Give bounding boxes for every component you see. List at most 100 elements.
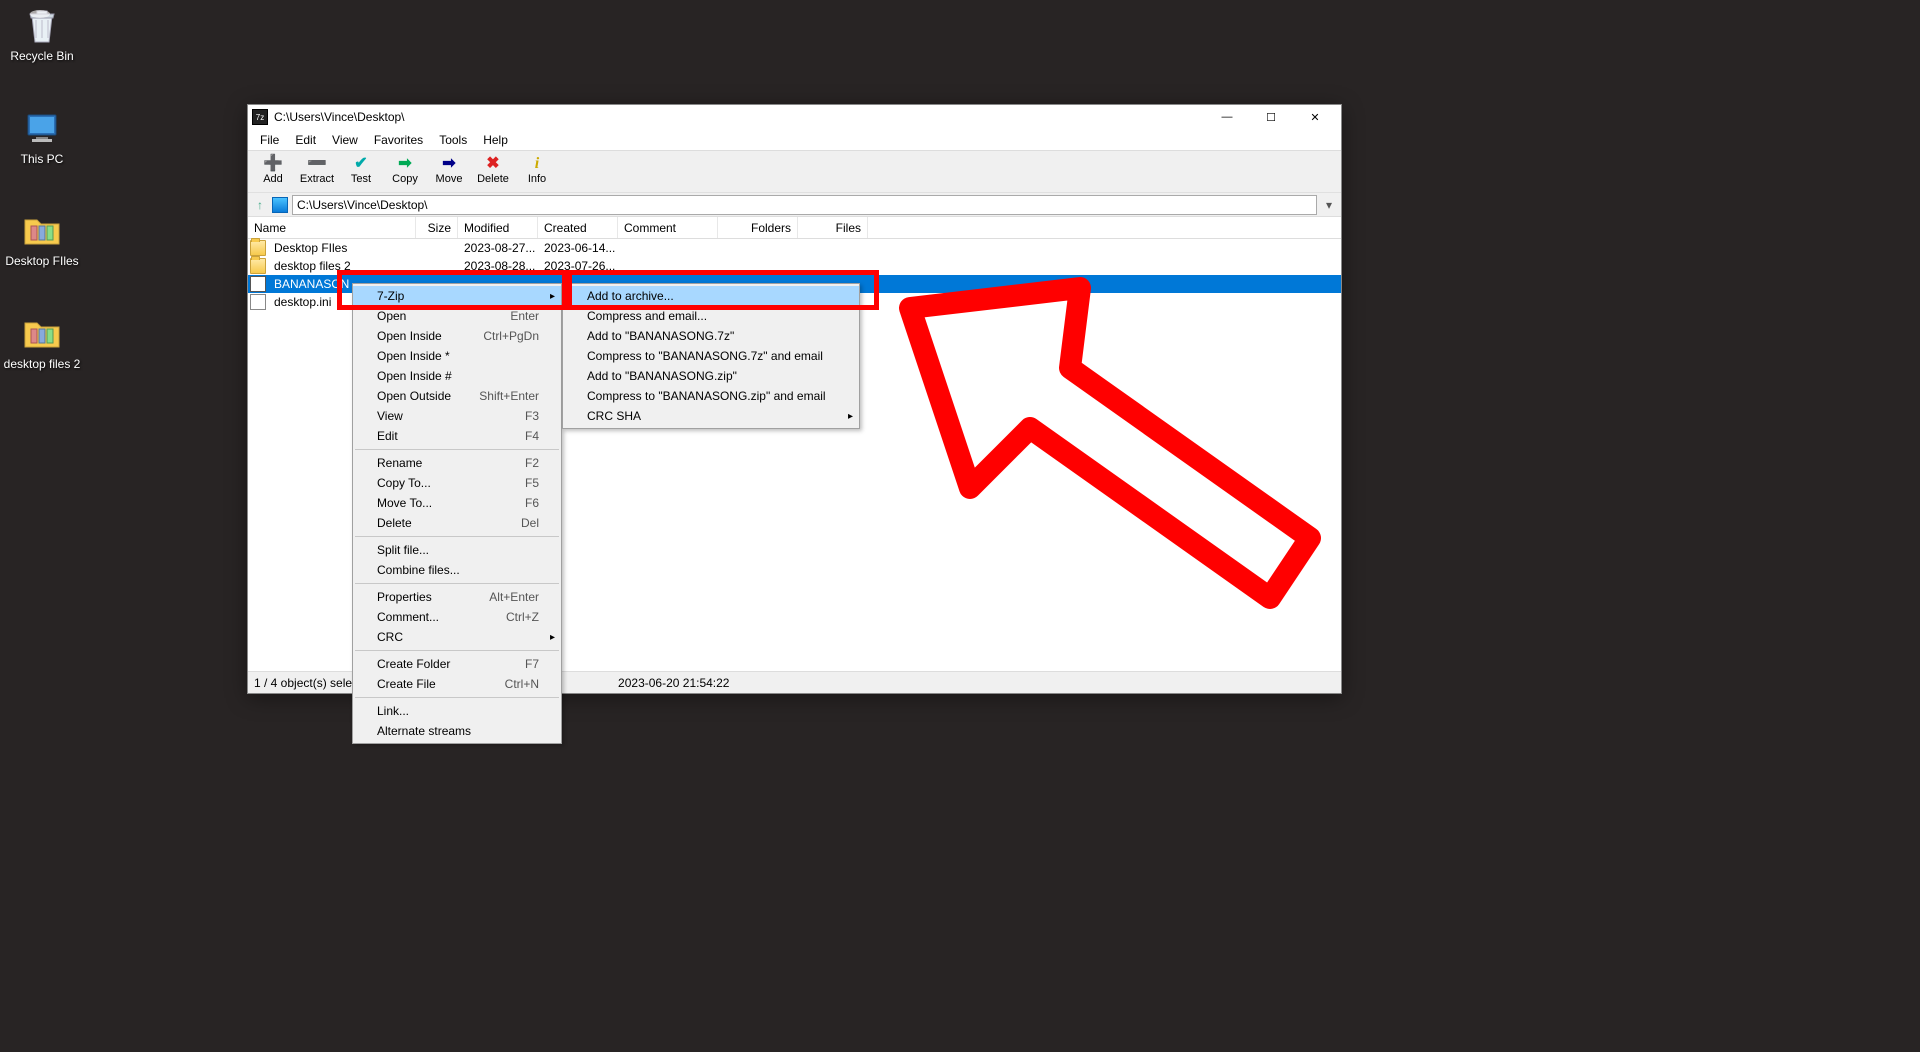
- tool-test[interactable]: ✔Test: [340, 153, 382, 185]
- ctx-open-inside-star[interactable]: Open Inside *: [353, 346, 561, 366]
- separator: [355, 583, 559, 584]
- ctx-compress-email[interactable]: Compress and email...: [563, 306, 859, 326]
- desktop-icon-label: desktop files 2: [2, 357, 82, 371]
- desktop-icon-label: Desktop FIles: [2, 254, 82, 268]
- tool-delete[interactable]: ✖Delete: [472, 153, 514, 185]
- menu-help[interactable]: Help: [475, 131, 516, 149]
- minus-icon: ➖: [296, 155, 338, 173]
- drive-icon: [272, 197, 288, 213]
- list-row[interactable]: desktop files 2 2023-08-28... 2023-07-26…: [248, 257, 1341, 275]
- ctx-move-to[interactable]: Move To...F6: [353, 493, 561, 513]
- desktop-icon-folder-1[interactable]: Desktop FIles: [2, 210, 82, 268]
- folder-icon: [21, 313, 63, 355]
- ctx-add-to-archive[interactable]: Add to archive...: [563, 286, 859, 306]
- recycle-bin-icon: [21, 5, 63, 47]
- status-date: 2023-06-20 21:54:22: [618, 676, 729, 690]
- ctx-delete[interactable]: DeleteDel: [353, 513, 561, 533]
- ctx-copy-to[interactable]: Copy To...F5: [353, 473, 561, 493]
- menubar: File Edit View Favorites Tools Help: [248, 129, 1341, 151]
- ctx-add-zip[interactable]: Add to "BANANASONG.zip": [563, 366, 859, 386]
- app-icon: 7z: [252, 109, 268, 125]
- close-button[interactable]: ✕: [1293, 106, 1337, 128]
- col-files[interactable]: Files: [798, 217, 868, 238]
- status-selection: 1 / 4 object(s) selec: [254, 676, 358, 690]
- ctx-edit[interactable]: EditF4: [353, 426, 561, 446]
- desktop-icon-label: Recycle Bin: [2, 49, 82, 63]
- col-created[interactable]: Created: [538, 217, 618, 238]
- menu-view[interactable]: View: [324, 131, 366, 149]
- folder-icon: [21, 210, 63, 252]
- ctx-add-7z[interactable]: Add to "BANANASONG.7z": [563, 326, 859, 346]
- cell-name: Desktop FIles: [268, 241, 416, 255]
- ctx-create-folder[interactable]: Create FolderF7: [353, 654, 561, 674]
- ctx-compress-7z-email[interactable]: Compress to "BANANASONG.7z" and email: [563, 346, 859, 366]
- ctx-rename[interactable]: RenameF2: [353, 453, 561, 473]
- titlebar[interactable]: 7z C:\Users\Vince\Desktop\ — ☐ ✕: [248, 105, 1341, 129]
- cell-name: desktop files 2: [268, 259, 416, 273]
- desktop-icon-folder-2[interactable]: desktop files 2: [2, 313, 82, 371]
- arrow-right-icon: ➡: [428, 155, 470, 173]
- ctx-link[interactable]: Link...: [353, 701, 561, 721]
- ctx-open[interactable]: OpenEnter: [353, 306, 561, 326]
- ctx-crc[interactable]: CRC▸: [353, 627, 561, 647]
- list-row[interactable]: Desktop FIles 2023-08-27... 2023-06-14..…: [248, 239, 1341, 257]
- ctx-create-file[interactable]: Create FileCtrl+N: [353, 674, 561, 694]
- window-title: C:\Users\Vince\Desktop\: [274, 110, 1205, 124]
- folder-icon: [250, 240, 266, 256]
- ctx-crc-sha[interactable]: CRC SHA▸: [563, 406, 859, 426]
- folder-icon: [250, 258, 266, 274]
- separator: [355, 536, 559, 537]
- tool-extract[interactable]: ➖Extract: [296, 153, 338, 185]
- ctx-properties[interactable]: PropertiesAlt+Enter: [353, 587, 561, 607]
- column-headers: Name Size Modified Created Comment Folde…: [248, 217, 1341, 239]
- col-modified[interactable]: Modified: [458, 217, 538, 238]
- up-icon[interactable]: ↑: [252, 197, 268, 213]
- col-name[interactable]: Name: [248, 217, 416, 238]
- plus-icon: ➕: [252, 155, 294, 173]
- ctx-view[interactable]: ViewF3: [353, 406, 561, 426]
- separator: [355, 449, 559, 450]
- desktop-icon-this-pc[interactable]: This PC: [2, 108, 82, 166]
- ctx-combine-files[interactable]: Combine files...: [353, 560, 561, 580]
- ctx-comment[interactable]: Comment...Ctrl+Z: [353, 607, 561, 627]
- film-icon: [250, 276, 266, 292]
- ctx-open-inside[interactable]: Open InsideCtrl+PgDn: [353, 326, 561, 346]
- desktop-icon-recycle-bin[interactable]: Recycle Bin: [2, 5, 82, 63]
- ctx-split-file[interactable]: Split file...: [353, 540, 561, 560]
- separator: [355, 697, 559, 698]
- ctx-open-outside[interactable]: Open OutsideShift+Enter: [353, 386, 561, 406]
- ctx-alternate-streams[interactable]: Alternate streams: [353, 721, 561, 741]
- ctx-compress-zip-email[interactable]: Compress to "BANANASONG.zip" and email: [563, 386, 859, 406]
- desktop-icon-label: This PC: [2, 152, 82, 166]
- cell-modified: 2023-08-27...: [458, 241, 538, 255]
- maximize-button[interactable]: ☐: [1249, 106, 1293, 128]
- col-folders[interactable]: Folders: [718, 217, 798, 238]
- arrow-right-icon: ➡: [384, 155, 426, 173]
- ini-icon: [250, 294, 266, 310]
- tool-copy[interactable]: ➡Copy: [384, 153, 426, 185]
- col-comment[interactable]: Comment: [618, 217, 718, 238]
- minimize-button[interactable]: —: [1205, 106, 1249, 128]
- tool-move[interactable]: ➡Move: [428, 153, 470, 185]
- menu-edit[interactable]: Edit: [287, 131, 324, 149]
- tool-add[interactable]: ➕Add: [252, 153, 294, 185]
- menu-file[interactable]: File: [252, 131, 287, 149]
- chevron-right-icon: ▸: [848, 411, 853, 422]
- separator: [355, 650, 559, 651]
- x-icon: ✖: [472, 155, 514, 173]
- cell-created: 2023-06-14...: [538, 241, 618, 255]
- col-size[interactable]: Size: [416, 217, 458, 238]
- path-input[interactable]: [292, 195, 1317, 215]
- info-icon: i: [516, 155, 558, 173]
- tool-info[interactable]: iInfo: [516, 153, 558, 185]
- chevron-right-icon: ▸: [550, 291, 555, 302]
- menu-favorites[interactable]: Favorites: [366, 131, 431, 149]
- chevron-right-icon: ▸: [550, 632, 555, 643]
- path-dropdown[interactable]: ▾: [1321, 198, 1337, 212]
- context-menu-7zip: Add to archive... Compress and email... …: [562, 283, 860, 429]
- ctx-open-inside-hash[interactable]: Open Inside #: [353, 366, 561, 386]
- toolbar: ➕Add ➖Extract ✔Test ➡Copy ➡Move ✖Delete …: [248, 151, 1341, 193]
- pathbar: ↑ ▾: [248, 193, 1341, 217]
- ctx-7zip[interactable]: 7-Zip▸: [353, 286, 561, 306]
- menu-tools[interactable]: Tools: [431, 131, 475, 149]
